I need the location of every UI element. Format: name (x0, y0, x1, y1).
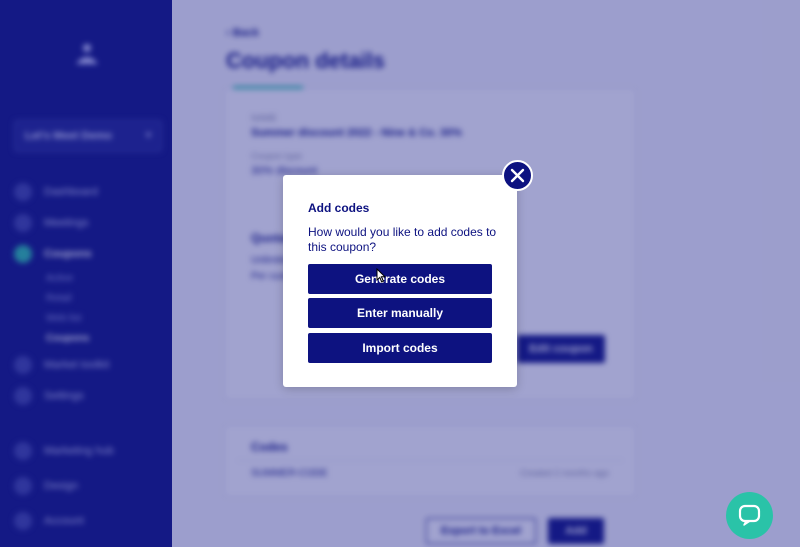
close-modal-button[interactable] (502, 160, 533, 191)
enter-manually-button[interactable]: Enter manually (308, 298, 492, 328)
chat-bubble-icon (738, 504, 761, 526)
close-icon (510, 168, 525, 183)
import-codes-button[interactable]: Import codes (308, 333, 492, 363)
generate-codes-button[interactable]: Generate codes (308, 264, 492, 294)
mouse-pointer-icon (376, 268, 386, 283)
modal-description: How would you like to add codes to this … (308, 225, 497, 254)
app-window: Let's Meet Demo ▾ Dashboard Meetings Cou… (0, 0, 800, 547)
help-chat-button[interactable] (726, 492, 773, 539)
modal-title: Add codes (308, 201, 370, 215)
add-codes-modal: Add codes How would you like to add code… (283, 175, 517, 387)
